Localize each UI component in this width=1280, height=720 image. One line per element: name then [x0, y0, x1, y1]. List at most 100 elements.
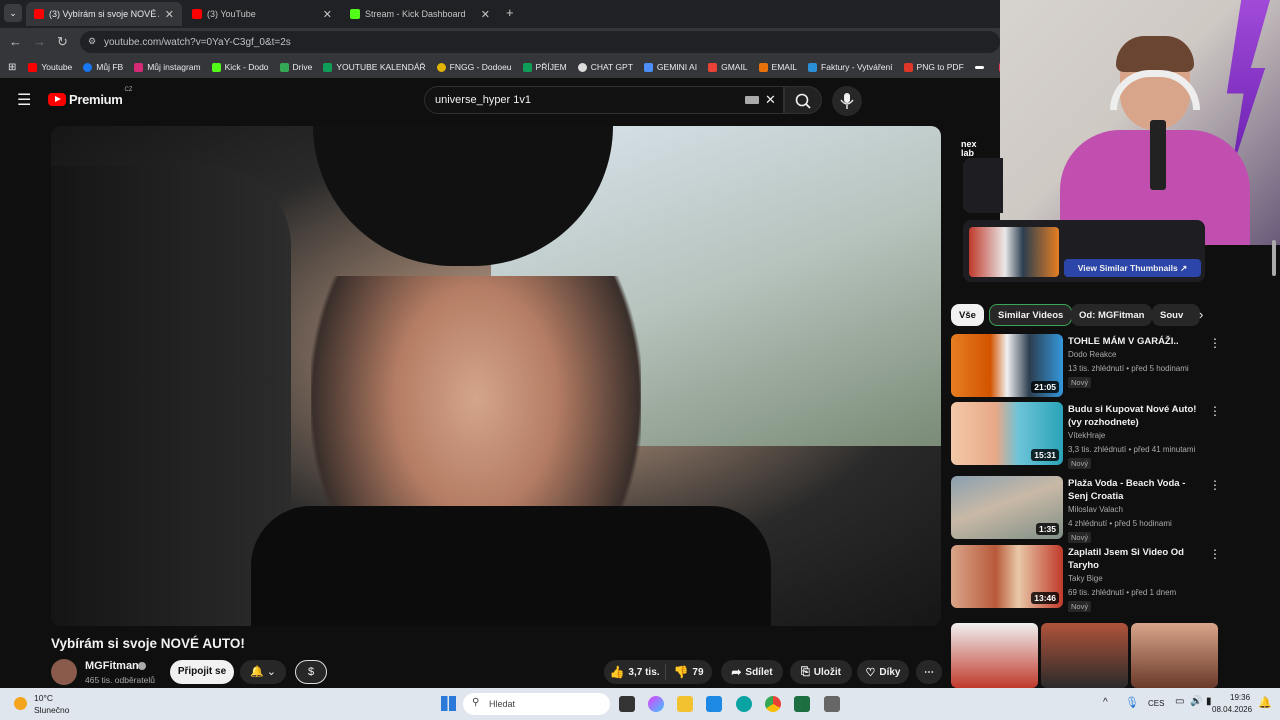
bookmark-dash[interactable]: [974, 65, 988, 69]
recommendation-title[interactable]: Plaža Voda - Beach Voda - Senj Croatia: [1068, 477, 1208, 503]
dislike-button[interactable]: 👎 79: [666, 665, 712, 679]
recommendation-title[interactable]: Zaplatil Jsem Si Video Od Taryho: [1068, 546, 1208, 572]
save-button[interactable]: ⎘ Uložit: [790, 660, 852, 684]
recommendation-title[interactable]: Budu si Kupovat Nové Auto! (vy rozhodnet…: [1068, 403, 1208, 429]
search-button[interactable]: [784, 86, 822, 114]
bookmark-faktury[interactable]: Faktury - Vytváření: [808, 62, 893, 72]
chevron-up-icon[interactable]: ^: [1103, 697, 1108, 708]
reload-icon[interactable]: ↻: [57, 34, 68, 50]
more-options-icon[interactable]: ⋮: [1209, 404, 1221, 418]
forward-arrow-icon[interactable]: →: [33, 34, 46, 49]
bookmark-fngg[interactable]: FNGG - Dodoeu: [436, 62, 512, 72]
tab-active-video[interactable]: (3) Vybírám si svoje NOVÉ AUTO ✕: [26, 2, 182, 26]
bookmark-png-to-pdf[interactable]: PNG to PDF: [903, 62, 964, 72]
taskbar-search-input[interactable]: ⚲ Hledat: [463, 693, 610, 715]
recommendation-channel[interactable]: Dodo Reakce: [1068, 350, 1116, 359]
chip-similar-videos[interactable]: Similar Videos: [989, 304, 1073, 326]
apps-grid-icon[interactable]: ⊞: [8, 62, 16, 73]
back-arrow-icon[interactable]: ←: [9, 34, 22, 49]
address-bar[interactable]: ⚙ youtube.com/watch?v=0YaY-C3gf_0&t=2s: [80, 31, 1000, 53]
recommendation-item[interactable]: 13:46 Zaplatil Jsem Si Video Od Taryho T…: [951, 545, 1221, 612]
tab-search-button[interactable]: ⌄: [4, 4, 22, 22]
more-actions-button[interactable]: ⋯: [916, 660, 942, 684]
volume-icon[interactable]: 🔊: [1190, 696, 1202, 707]
clock-time[interactable]: 19:36: [1230, 693, 1250, 702]
recommendation-channel[interactable]: VítekHraje: [1068, 431, 1105, 440]
short-thumbnail[interactable]: [951, 623, 1038, 688]
recommendation-item[interactable]: 1:35 Plaža Voda - Beach Voda - Senj Croa…: [951, 476, 1221, 543]
search-input[interactable]: universe_hyper 1v1 ✕: [424, 86, 784, 114]
file-explorer-icon[interactable]: [677, 696, 693, 712]
task-view-icon[interactable]: [619, 696, 635, 712]
language-indicator[interactable]: CES: [1148, 699, 1164, 708]
video-thumbnail[interactable]: 15:31: [951, 402, 1063, 465]
bookmark-chatgpt[interactable]: CHAT GPT: [577, 62, 633, 72]
bookmark-kick[interactable]: Kick - Dodo: [211, 62, 269, 72]
copilot-icon[interactable]: [648, 696, 664, 712]
share-button[interactable]: ➦ Sdílet: [721, 660, 783, 684]
bookmark-gmail[interactable]: GMAIL: [708, 62, 748, 72]
more-options-icon[interactable]: ⋮: [1209, 547, 1221, 561]
site-info-icon[interactable]: ⚙: [88, 36, 96, 47]
close-tab-icon[interactable]: ✕: [481, 8, 490, 21]
recommendation-channel[interactable]: Taky Bige: [1068, 574, 1103, 583]
short-thumbnail[interactable]: [1041, 623, 1128, 688]
recommendation-title[interactable]: TOHLE MÁM V GARÁŽI..: [1068, 335, 1208, 348]
store-icon[interactable]: [706, 696, 722, 712]
notification-bell-icon[interactable]: 🔔: [1258, 696, 1272, 709]
clear-search-icon[interactable]: ✕: [765, 92, 776, 108]
bookmark-youtube-calendar[interactable]: YOUTUBE KALENDÁŘ: [323, 62, 426, 72]
excel-icon[interactable]: [794, 696, 810, 712]
view-similar-thumbnails-button[interactable]: View Similar Thumbnails ↗: [1064, 259, 1201, 277]
chevron-right-icon[interactable]: ›: [1199, 307, 1203, 322]
chrome-icon[interactable]: [765, 696, 781, 712]
battery-icon[interactable]: ▮: [1206, 696, 1212, 707]
bookmark-instagram[interactable]: Můj instagram: [134, 62, 201, 72]
edge-icon[interactable]: [736, 696, 752, 712]
tab-kick-dashboard[interactable]: Stream - Kick Dashboard ✕: [342, 2, 498, 26]
scrollbar-thumb[interactable]: [1272, 240, 1276, 276]
bookmark-youtube[interactable]: Youtube: [28, 62, 72, 72]
video-thumbnail[interactable]: 13:46: [951, 545, 1063, 608]
more-options-icon[interactable]: ⋮: [1209, 336, 1221, 350]
like-button[interactable]: 👍 3,7 tis.: [605, 665, 665, 679]
weather-temperature[interactable]: 10°C: [34, 693, 53, 703]
video-player[interactable]: [51, 126, 941, 626]
bookmark-email[interactable]: EMAIL: [758, 62, 797, 72]
bookmark-label: Kick - Dodo: [224, 62, 269, 72]
calculator-icon[interactable]: [824, 696, 840, 712]
bookmark-gemini[interactable]: GEMINI AI: [643, 62, 697, 72]
voice-search-button[interactable]: [832, 86, 862, 116]
recommendation-item[interactable]: 15:31 Budu si Kupovat Nové Auto! (vy roz…: [951, 402, 1221, 469]
chip-all[interactable]: Vše: [951, 304, 984, 326]
thanks-button[interactable]: ♡ Díky: [857, 660, 909, 684]
bookmark-prijem[interactable]: PŘÍJEM: [522, 62, 567, 72]
channel-avatar[interactable]: [51, 659, 77, 685]
bookmark-fb[interactable]: Můj FB: [83, 62, 123, 72]
bookmark-drive[interactable]: Drive: [279, 62, 312, 72]
youtube-premium-logo[interactable]: Premium CZ: [48, 87, 133, 107]
chip-from-channel[interactable]: Od: MGFitman: [1071, 304, 1153, 326]
join-button[interactable]: Připojit se: [170, 660, 234, 684]
windows-start-icon[interactable]: [441, 696, 456, 711]
video-thumbnail[interactable]: 21:05: [951, 334, 1063, 397]
keyboard-icon[interactable]: [745, 96, 759, 104]
close-tab-icon[interactable]: ✕: [323, 8, 332, 21]
new-tab-button[interactable]: +: [506, 5, 514, 20]
recommendation-channel[interactable]: Miloslav Valach: [1068, 505, 1123, 514]
channel-name[interactable]: MGFitman: [85, 660, 139, 672]
tab-youtube[interactable]: (3) YouTube ✕: [184, 2, 340, 26]
close-tab-icon[interactable]: ✕: [165, 8, 174, 21]
microphone-tray-icon[interactable]: 🎙: [1125, 696, 1139, 709]
short-thumbnail[interactable]: [1131, 623, 1218, 688]
video-thumbnail[interactable]: 1:35: [951, 476, 1063, 539]
recommendation-item[interactable]: 21:05 TOHLE MÁM V GARÁŽI.. Dodo Reakce 1…: [951, 334, 1221, 398]
more-options-icon[interactable]: ⋮: [1209, 478, 1221, 492]
super-thanks-button[interactable]: $: [295, 660, 327, 684]
menu-icon[interactable]: ☰: [17, 90, 31, 110]
network-icon[interactable]: ▭: [1175, 696, 1184, 707]
clock-date[interactable]: 08.04.2026: [1212, 705, 1252, 714]
nexlab-extension-logo[interactable]: nex lab: [961, 140, 985, 158]
chip-related[interactable]: Souv: [1152, 304, 1200, 326]
notifications-button[interactable]: 🔔 ⌄: [240, 660, 286, 684]
